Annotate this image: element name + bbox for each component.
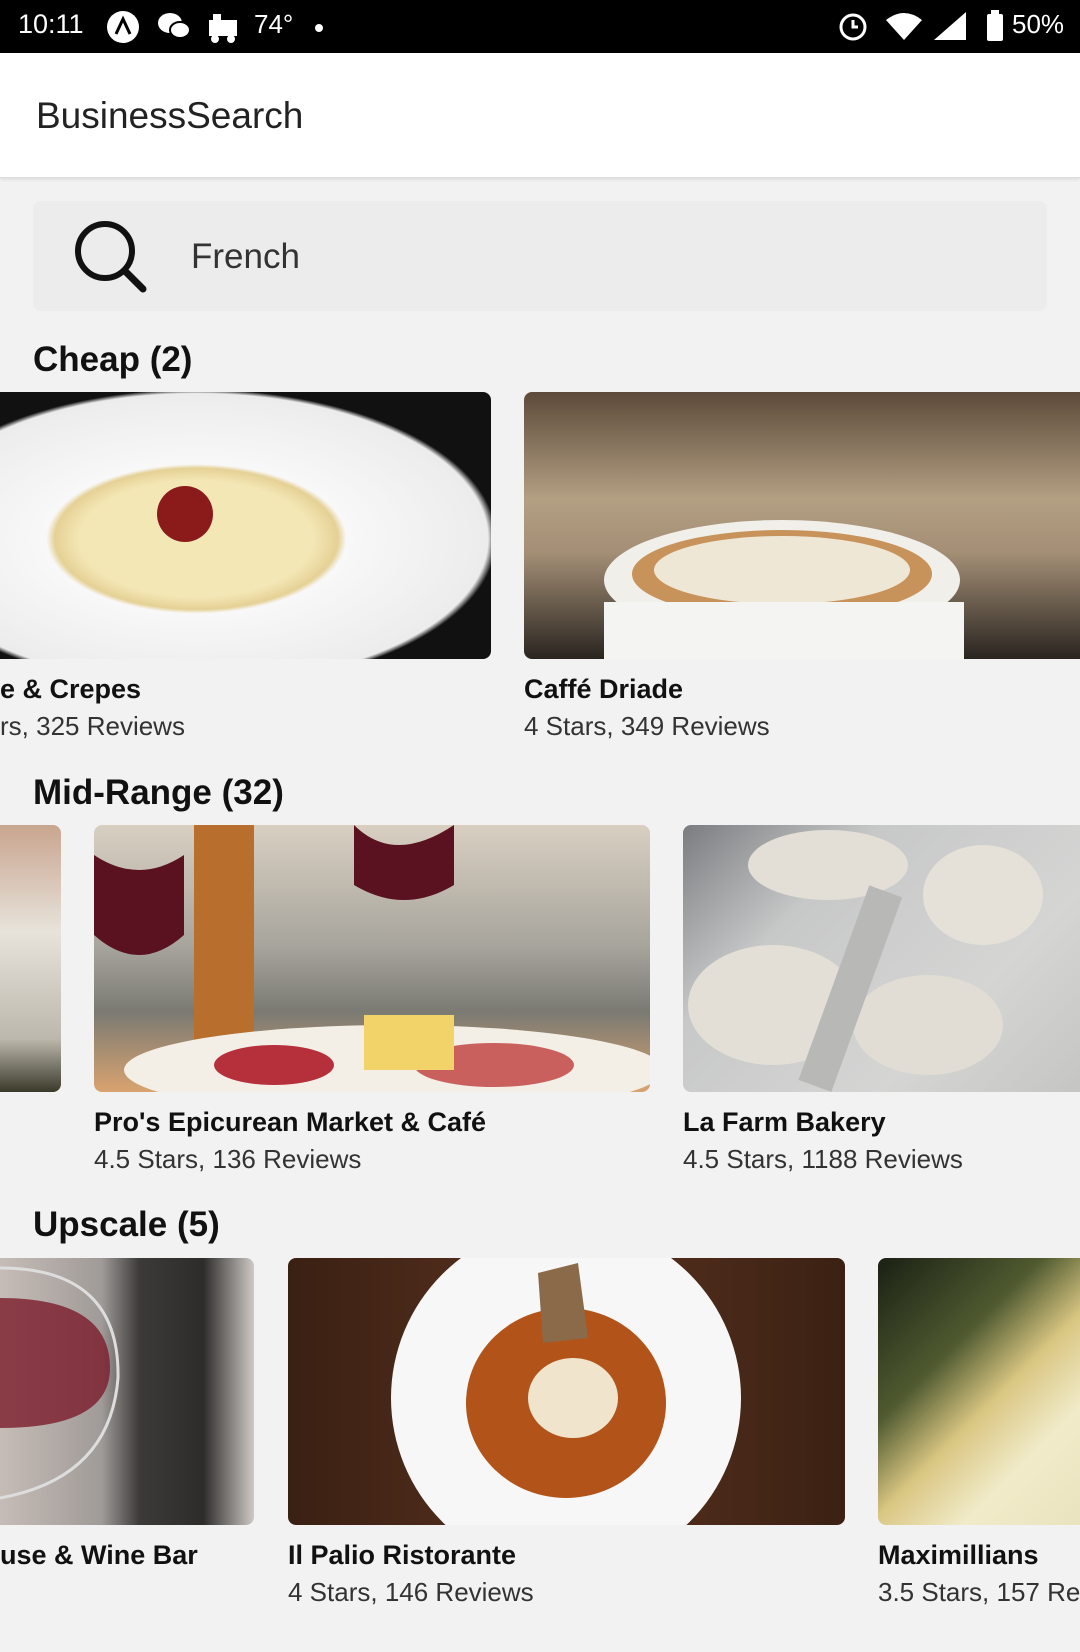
section-title-upscale: Upscale (5) [33, 1205, 220, 1244]
business-photo [0, 1258, 254, 1525]
business-name: La Farm Bakery [683, 1107, 886, 1137]
business-name: Maximillians [878, 1540, 1039, 1570]
business-photo [0, 825, 61, 1092]
nav-icon [106, 10, 140, 49]
wifi-icon [884, 10, 924, 47]
business-rating: 4 Stars, 349 Reviews [524, 711, 770, 741]
status-bar: 10:11 74° 50% [0, 0, 1080, 53]
business-name: e & Crepes [0, 674, 142, 704]
business-rating: rs, 325 Reviews [0, 711, 185, 741]
train-icon [205, 10, 241, 49]
business-card[interactable]: Maximillians 3.5 Stars, 157 Re [878, 1258, 1080, 1618]
business-rating: 4.5 Stars, 1188 Reviews [683, 1144, 963, 1174]
search-query[interactable]: French [191, 237, 300, 277]
business-photo [878, 1258, 1080, 1525]
business-photo [683, 825, 1080, 1092]
business-card[interactable]: La Farm Bakery 4.5 Stars, 1188 Reviews [683, 825, 1080, 1185]
business-name: Caffé Driade [524, 674, 684, 704]
business-name: Pro's Epicurean Market & Café [94, 1107, 487, 1137]
business-card[interactable]: Caffé Driade 4 Stars, 349 Reviews [524, 392, 1080, 752]
business-photo [0, 392, 491, 659]
dot-icon [314, 20, 324, 38]
wechat-icon [157, 10, 191, 47]
business-card[interactable] [0, 825, 61, 1185]
section-title-cheap: Cheap (2) [33, 340, 193, 379]
section-title-mid-range: Mid-Range (32) [33, 773, 284, 812]
app-title: BusinessSearch [36, 95, 304, 136]
temperature-text: 74° [254, 9, 294, 39]
business-rating: 4 Stars, 146 Reviews [288, 1577, 534, 1607]
search-input[interactable]: French [33, 201, 1047, 311]
business-rating: 3.5 Stars, 157 Re [878, 1577, 1080, 1607]
business-photo [94, 825, 650, 1092]
business-card[interactable]: Pro's Epicurean Market & Café 4.5 Stars,… [94, 825, 650, 1185]
battery-percent: 50% [1012, 9, 1065, 39]
business-name: use & Wine Bar [0, 1540, 198, 1570]
app-bar: BusinessSearch [0, 53, 1080, 178]
business-photo [288, 1258, 845, 1525]
status-time: 10:11 [18, 9, 84, 39]
search-icon[interactable] [71, 217, 151, 302]
business-card[interactable]: e & Crepes rs, 325 Reviews [0, 392, 491, 752]
business-rating: 4.5 Stars, 136 Reviews [94, 1144, 362, 1174]
business-card[interactable]: Il Palio Ristorante 4 Stars, 146 Reviews [288, 1258, 845, 1618]
business-name: Il Palio Ristorante [288, 1540, 517, 1570]
business-card[interactable]: use & Wine Bar [0, 1258, 254, 1618]
business-photo [524, 392, 1080, 659]
battery-icon [986, 10, 1004, 47]
signal-icon [932, 10, 970, 47]
alarm-icon [837, 10, 869, 47]
